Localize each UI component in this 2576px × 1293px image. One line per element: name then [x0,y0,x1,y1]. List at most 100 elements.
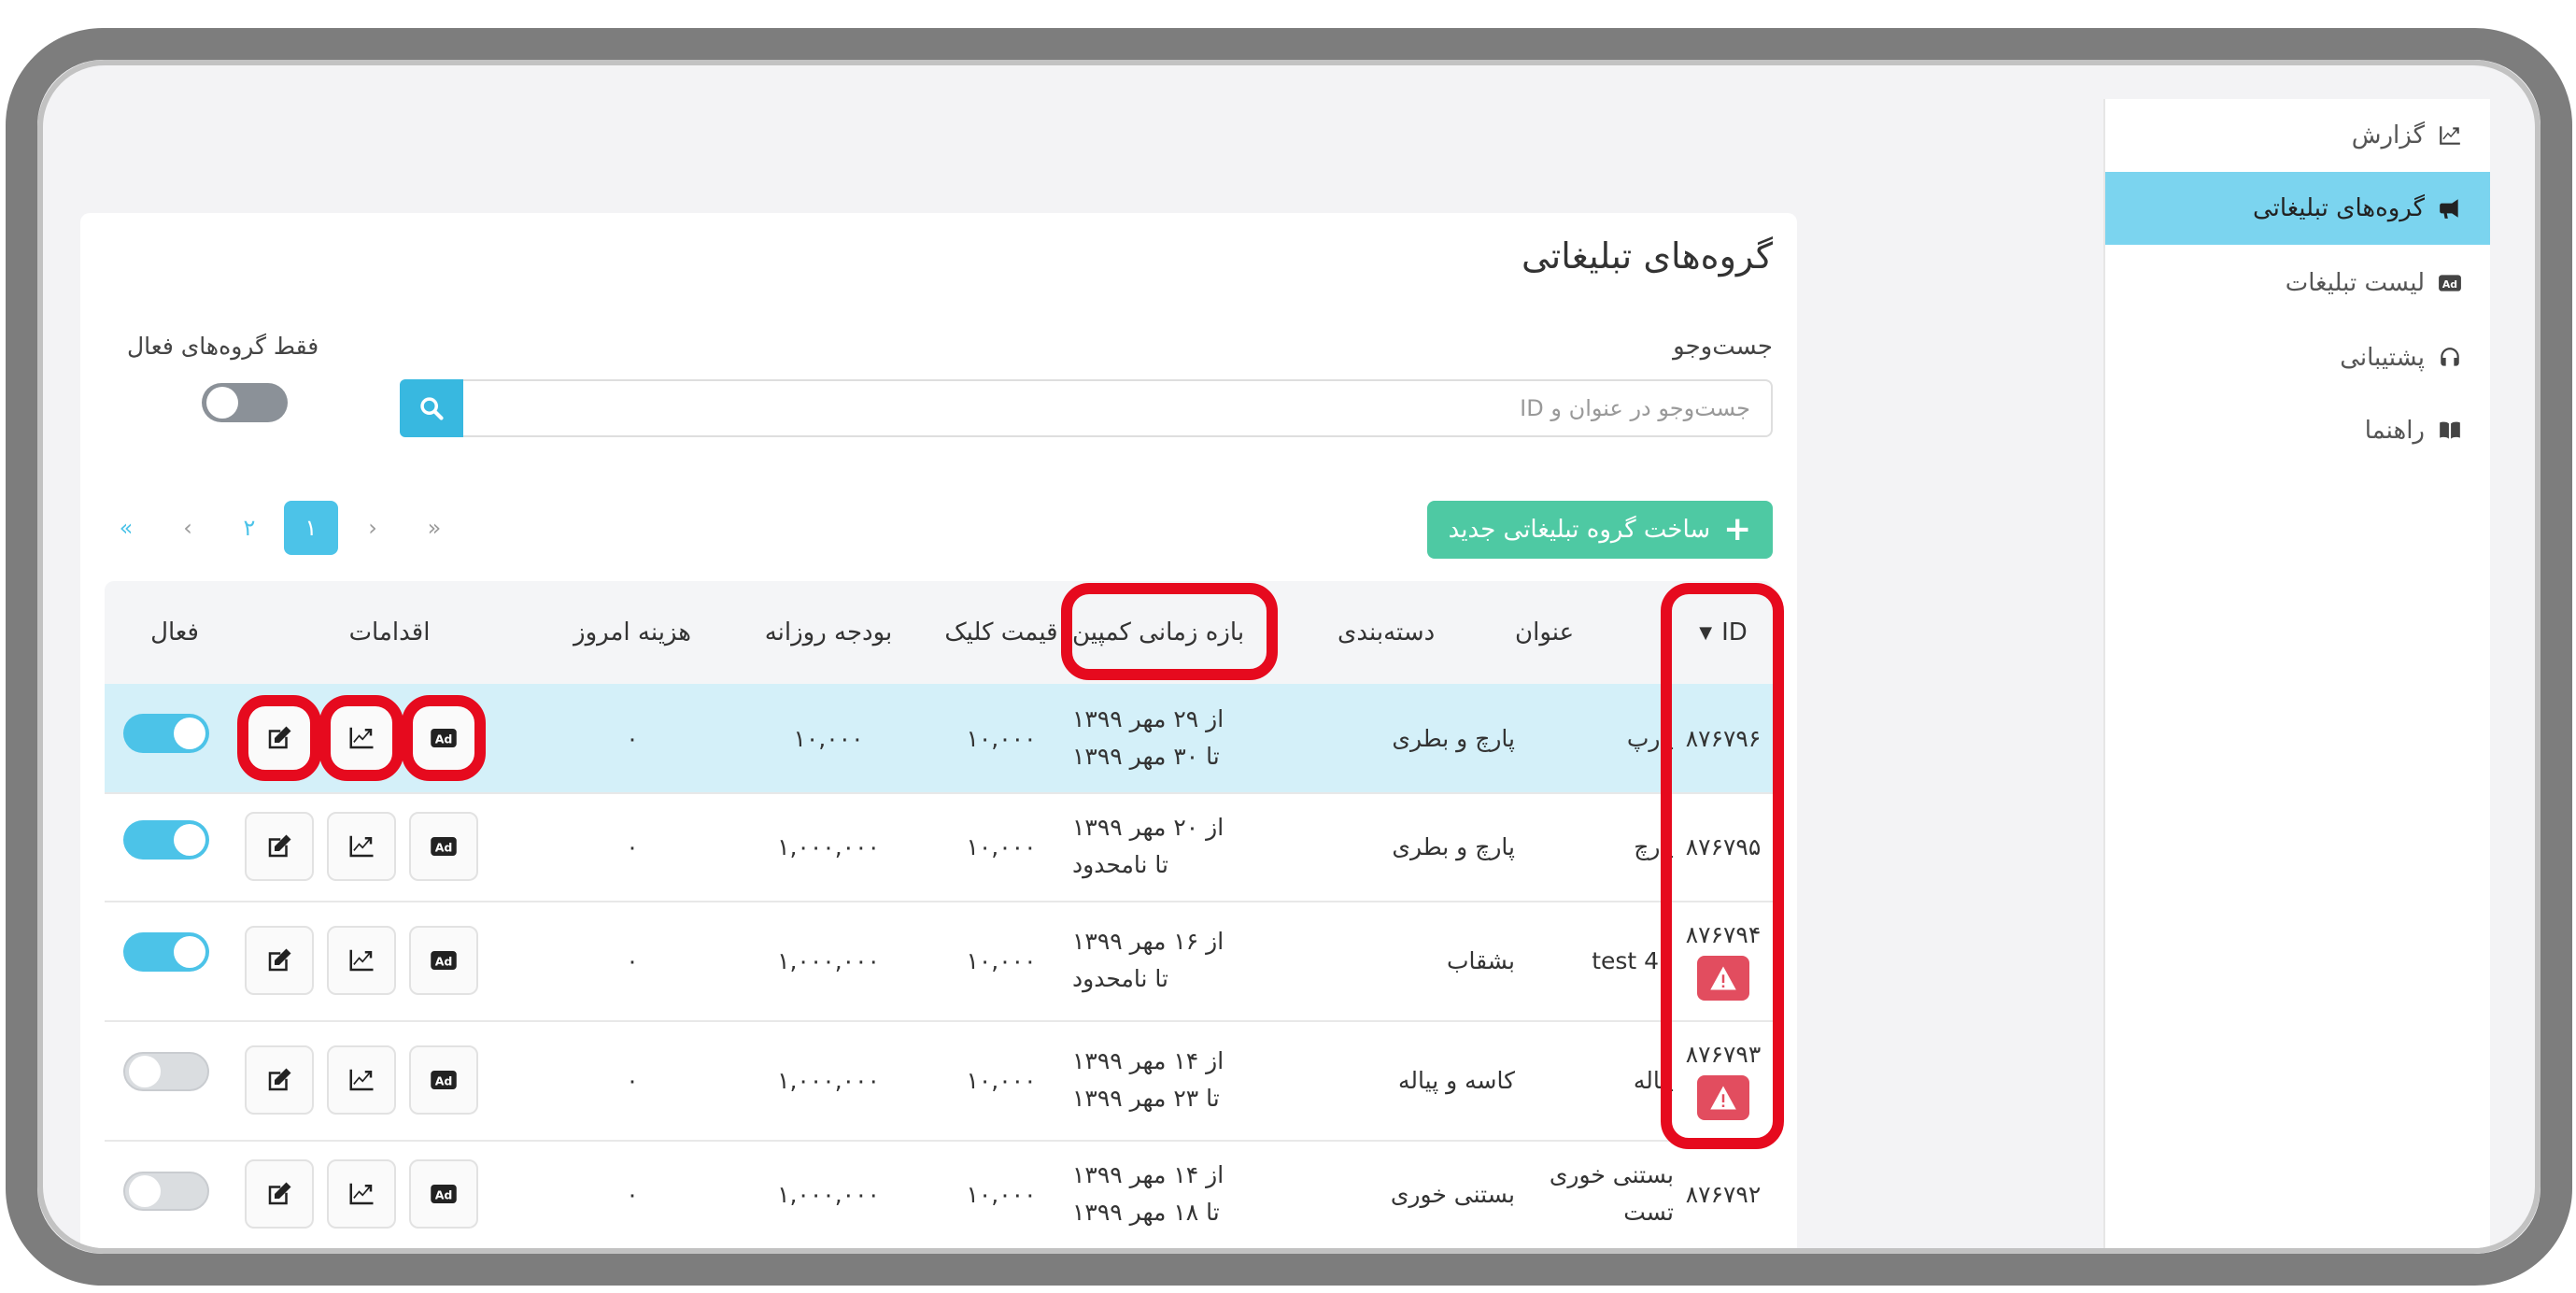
sidebar-item-ads-list[interactable]: Ad لیست تبلیغات [2087,247,2471,320]
header-daily-budget[interactable]: بودجه روزانه [730,581,927,684]
ads-button[interactable]: Ad [409,812,478,881]
report-button[interactable] [327,1159,396,1229]
page-2-button[interactable]: ۲ [222,501,276,555]
edit-button[interactable] [245,1159,314,1229]
edit-button[interactable] [245,1045,314,1115]
edit-icon [268,948,291,972]
edit-button[interactable] [245,703,314,773]
cell-period: از ۲۰ مهر ۱۳۹۹ تا نامحدود [1072,814,1224,878]
cell-category: کاسه و پیاله [1398,1066,1515,1094]
ad-icon: Ad [431,729,457,747]
table-row: ۸۷۶۷۹۵ پارچ پارچ و بطری از ۲۰ مهر ۱۳۹۹ ت… [105,792,1773,902]
chart-line-icon [349,949,374,972]
cell-daily-budget: ۱,۰۰۰,۰۰۰ [777,1180,880,1208]
sidebar: گزارش گروه‌های تبلیغاتی Ad لیست تبلیغات … [2103,99,2490,1248]
search-input[interactable] [463,381,1771,435]
sidebar-item-label: گزارش [2351,121,2425,149]
sidebar-item-report[interactable]: گزارش [2087,99,2471,172]
sidebar-item-ad-groups[interactable]: گروه‌های تبلیغاتی [2105,172,2490,245]
header-category[interactable]: دسته‌بندی [1338,581,1515,684]
headset-icon [2438,346,2462,370]
ads-button[interactable]: Ad [409,926,478,995]
ad-icon: Ad [431,1185,457,1203]
ad-icon: Ad [2438,271,2462,295]
header-title[interactable]: عنوان [1515,581,1674,684]
table-row: ۸۷۶۷۹۶ پارپ پارچ و بطری از ۲۹ مهر ۱۳۹۹ ت… [105,684,1773,794]
page-1-button[interactable]: ۱ [284,501,338,555]
active-toggle[interactable] [123,932,209,972]
ads-button[interactable]: Ad [409,1045,478,1115]
header-today-cost[interactable]: هزینه امروز [534,581,730,684]
cell-period: از ۲۹ مهر ۱۳۹۹ تا ۳۰ مهر ۱۳۹۹ [1072,705,1224,770]
header-active[interactable]: فعال [105,581,245,684]
cell-id: ۸۷۶۷۹۵ [1685,832,1762,860]
report-button[interactable] [327,1045,396,1115]
ads-button[interactable]: Ad [409,703,478,773]
report-button[interactable] [327,926,396,995]
sidebar-item-label: گروه‌های تبلیغاتی [2252,194,2425,222]
edit-icon [268,1068,291,1091]
svg-text:Ad: Ad [435,732,453,746]
header-cpc[interactable]: قیمت کلیک [927,581,1076,684]
active-toggle[interactable] [123,714,209,753]
page-next-button[interactable]: › [346,501,400,555]
pagination: « ‹ ۲ ۱ › » [99,499,469,557]
active-toggle[interactable] [123,820,209,860]
page-first-button[interactable]: « [99,501,153,555]
active-toggle[interactable] [123,1172,209,1211]
report-button[interactable] [327,703,396,773]
warning-icon[interactable] [1697,955,1749,1001]
edit-icon [268,834,291,858]
chart-line-icon [349,727,374,749]
svg-text:Ad: Ad [435,955,453,969]
cell-id: ۸۷۶۷۹۲ [1685,1180,1762,1208]
cell-today-cost: ۰ [626,724,639,752]
active-only-toggle[interactable] [202,383,288,422]
search-icon [420,397,444,420]
cell-cpc: ۱۰,۰۰۰ [966,1066,1037,1094]
screenshot-frame: گزارش گروه‌های تبلیغاتی Ad لیست تبلیغات … [6,28,2572,1286]
ad-groups-card: گروه‌های تبلیغاتی جست‌وجو فقط گروه‌های ف… [80,213,1797,1248]
active-toggle[interactable] [123,1052,209,1091]
cell-cpc: ۱۰,۰۰۰ [966,724,1037,752]
header-id[interactable]: ID ▼ [1674,581,1773,684]
cell-category: پارچ و بطری [1392,832,1515,860]
cell-title: test 45 [1592,946,1674,974]
sidebar-item-label: پشتیبانی [2340,344,2425,372]
page-prev-button[interactable]: ‹ [161,501,215,555]
cell-today-cost: ۰ [626,1180,639,1208]
sidebar-item-guide[interactable]: راهنما [2087,394,2471,467]
warning-icon[interactable] [1697,1074,1749,1120]
cell-title: پیاله [1633,1066,1674,1094]
bullhorn-icon [2438,196,2462,220]
page-last-button[interactable]: » [407,501,461,555]
report-button[interactable] [327,812,396,881]
sidebar-item-support[interactable]: پشتیبانی [2087,321,2471,394]
cell-cpc: ۱۰,۰۰۰ [966,832,1037,860]
table-row: ۸۷۶۷۹۳ پیاله کاسه و پیاله از ۱۴ مهر ۱۳۹۹… [105,1020,1773,1142]
sidebar-item-label: لیست تبلیغات [2285,269,2425,297]
ads-button[interactable]: Ad [409,1159,478,1229]
table-header: ID ▼ عنوان دسته‌بندی بازه زمانی کمپین قی… [105,581,1773,684]
edit-icon [268,726,291,749]
edit-button[interactable] [245,926,314,995]
cell-today-cost: ۰ [626,1066,639,1094]
header-actions: اقدامات [348,618,431,646]
active-only-label: فقط گروه‌های فعال [127,333,319,360]
chart-line-icon [349,1183,374,1205]
cell-daily-budget: ۱۰,۰۰۰ [793,724,864,752]
cell-cpc: ۱۰,۰۰۰ [966,946,1037,974]
cell-title: پارچ [1634,832,1674,860]
cell-title: پارپ [1626,724,1674,752]
cell-cpc: ۱۰,۰۰۰ [966,1180,1037,1208]
cell-title: بستنی خوری تست [1549,1161,1674,1226]
search-button[interactable] [400,379,463,437]
cell-today-cost: ۰ [626,832,639,860]
header-campaign-period[interactable]: بازه زمانی کمپین [1072,581,1338,684]
new-ad-group-button[interactable]: + ساخت گروه تبلیغاتی جدید [1427,501,1773,559]
search-label: جست‌وجو [1673,333,1773,361]
edit-button[interactable] [245,812,314,881]
svg-text:Ad: Ad [435,1188,453,1202]
cell-daily-budget: ۱,۰۰۰,۰۰۰ [777,832,880,860]
ad-icon: Ad [431,951,457,970]
